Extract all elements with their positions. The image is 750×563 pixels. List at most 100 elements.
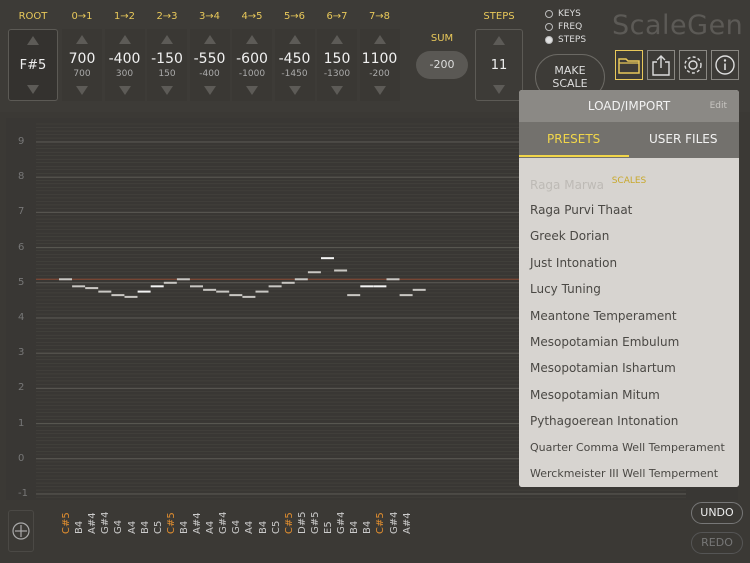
interval-down-arrow-icon[interactable] (161, 86, 173, 95)
note-label: G#4 (336, 511, 348, 535)
folder-button[interactable] (615, 50, 643, 80)
note-bar[interactable] (111, 294, 125, 297)
tab-user-files[interactable]: USER FILES (649, 132, 717, 146)
note-bar[interactable] (373, 285, 387, 288)
sum-label: SUM (430, 33, 454, 44)
note-bar[interactable] (255, 290, 269, 293)
note-bar[interactable] (386, 278, 400, 281)
note-bar[interactable] (176, 278, 190, 281)
interval-stepper[interactable]: -400 300 (104, 29, 145, 101)
note-bar[interactable] (85, 287, 99, 290)
interval-up-arrow-icon[interactable] (161, 35, 173, 44)
note-bar[interactable] (307, 271, 321, 274)
note-bar[interactable] (163, 281, 177, 284)
note-bar[interactable] (321, 257, 334, 260)
interval-down-arrow-icon[interactable] (203, 86, 216, 95)
list-item[interactable]: Werckmeister III Well Temperment (530, 467, 718, 480)
radio-freq-dot[interactable] (545, 23, 553, 31)
settings-button[interactable] (679, 50, 707, 80)
list-item[interactable]: Lucy Tuning (530, 282, 601, 296)
interval-up-arrow-icon[interactable] (331, 35, 343, 44)
interval-up-arrow-icon[interactable] (76, 35, 88, 44)
tab-presets[interactable]: PRESETS (547, 132, 600, 146)
note-bar[interactable] (124, 295, 138, 298)
interval-up-arrow-icon[interactable] (118, 35, 131, 44)
redo-button[interactable]: REDO (691, 532, 743, 554)
list-item[interactable]: Raga Purvi Thaat (530, 203, 632, 217)
y-axis-label: 0 (18, 452, 25, 464)
note-bar[interactable] (72, 285, 86, 288)
list-item[interactable]: Mesopotamian Mitum (530, 388, 660, 402)
note-bar[interactable] (412, 288, 426, 291)
interval-down-arrow-icon[interactable] (331, 86, 343, 95)
interval-down-arrow-icon[interactable] (76, 86, 88, 95)
list-item[interactable]: Mesopotamian Embulum (530, 335, 679, 349)
note-bar[interactable] (294, 278, 308, 281)
radio-steps[interactable]: STEPS (545, 35, 586, 45)
radio-freq[interactable]: FREQ (545, 22, 582, 32)
note-bar[interactable] (399, 294, 413, 297)
list-item[interactable]: Meantone Temperament (530, 309, 677, 323)
note-bar[interactable] (229, 294, 243, 297)
interval-stepper[interactable]: 150 -1300 (317, 29, 357, 101)
note-bar[interactable] (190, 285, 203, 288)
radio-keys[interactable]: KEYS (545, 9, 581, 19)
edit-button[interactable]: Edit (710, 101, 727, 111)
list-item[interactable]: Greek Dorian (530, 229, 609, 243)
root-value: F#5 (19, 58, 47, 73)
undo-button[interactable]: UNDO (691, 502, 743, 524)
info-button[interactable] (711, 50, 739, 80)
share-icon (652, 55, 670, 76)
add-button[interactable] (8, 510, 34, 552)
list-item[interactable]: Just Intonation (530, 256, 617, 270)
note-bar[interactable] (203, 288, 217, 291)
root-down-arrow-icon[interactable] (27, 85, 39, 94)
root-selector[interactable]: F#5 (8, 29, 58, 101)
note-bar[interactable] (347, 294, 361, 297)
note-bar[interactable] (137, 290, 151, 293)
interval-up-arrow-icon[interactable] (288, 35, 301, 44)
note-bar[interactable] (150, 285, 164, 288)
radio-steps-dot[interactable] (545, 36, 553, 44)
note-label: C#5 (283, 512, 295, 534)
interval-down-arrow-icon[interactable] (373, 86, 386, 95)
interval-stepper[interactable]: -150 150 (147, 29, 187, 101)
note-bar[interactable] (242, 295, 256, 298)
interval-label: 7→8 (368, 11, 391, 22)
note-bar[interactable] (98, 290, 112, 293)
radio-keys-dot[interactable] (545, 10, 553, 18)
note-bar[interactable] (59, 278, 72, 281)
note-bar[interactable] (281, 281, 295, 284)
note-label: B4 (362, 520, 374, 534)
interval-down-arrow-icon[interactable] (288, 86, 301, 95)
note-bar[interactable] (360, 285, 374, 288)
y-axis-label: 4 (18, 312, 25, 323)
list-item[interactable]: Quarter Comma Well Temperament (530, 441, 725, 454)
popover-tabs: PRESETS USER FILES (519, 122, 739, 158)
root-up-arrow-icon[interactable] (27, 36, 39, 45)
interval-stepper[interactable]: 700 700 (62, 29, 102, 101)
interval-stepper[interactable]: -600 -1000 (232, 29, 272, 101)
note-bar[interactable] (268, 285, 282, 288)
interval-up-arrow-icon[interactable] (373, 35, 386, 44)
y-axis-label: 6 (18, 241, 25, 253)
note-label: A4 (244, 520, 256, 534)
interval-down-arrow-icon[interactable] (246, 86, 258, 95)
note-bar[interactable] (216, 290, 230, 293)
interval-stepper[interactable]: -450 -1450 (274, 29, 315, 101)
popover-header: LOAD/IMPORT Edit (519, 90, 739, 122)
interval-stepper[interactable]: -550 -400 (189, 29, 230, 101)
list-item[interactable]: Pythagoerean Intonation (530, 414, 678, 428)
interval-up-arrow-icon[interactable] (203, 35, 216, 44)
interval-stepper[interactable]: 1100 -200 (359, 29, 400, 101)
interval-up-arrow-icon[interactable] (246, 35, 258, 44)
y-axis-label: 3 (18, 347, 25, 359)
steps-up-arrow-icon[interactable] (493, 36, 505, 45)
note-bar[interactable] (334, 269, 348, 272)
steps-down-arrow-icon[interactable] (493, 85, 505, 94)
list-item[interactable]: Mesopotamian Ishartum (530, 361, 676, 375)
steps-selector[interactable]: 11 (475, 29, 523, 101)
y-axis-label: 7 (18, 206, 25, 218)
interval-down-arrow-icon[interactable] (118, 86, 131, 95)
share-button[interactable] (647, 50, 675, 80)
